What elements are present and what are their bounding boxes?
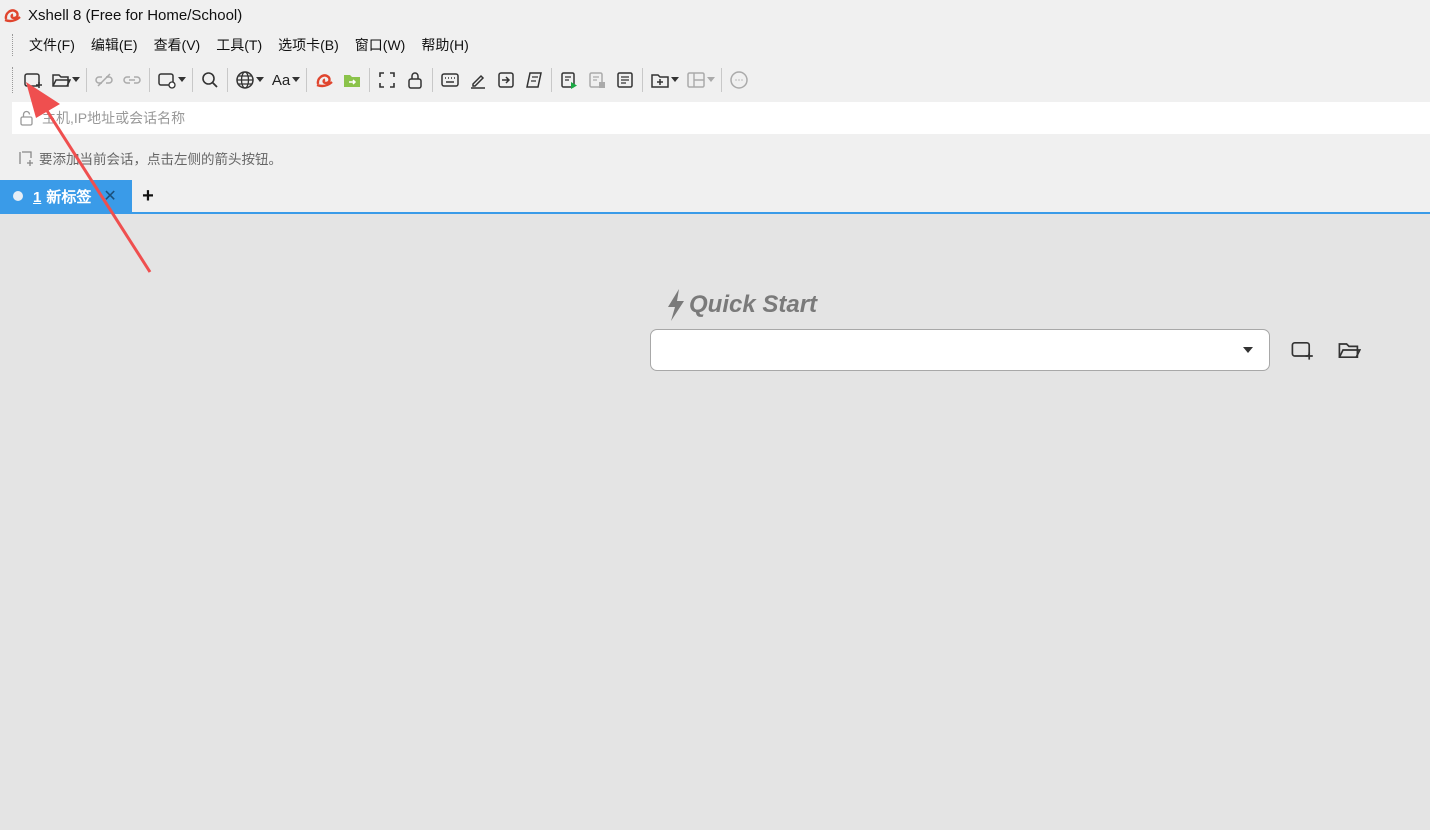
links-bar-hint: 要添加当前会话，点击左侧的箭头按钮。 [39,152,282,167]
toolbar-separator [192,68,193,92]
layout-dropdown[interactable] [706,66,716,94]
xshell-logo-icon [4,9,21,23]
window-title: Xshell 8 (Free for Home/School) [28,6,243,24]
open-folder-icon [1338,343,1361,359]
font-icon: Aa [271,71,291,89]
xmanager-icon [316,74,333,88]
new-session-button[interactable] [19,66,47,94]
menu-edit[interactable]: 编辑(E) [83,33,146,57]
quick-start-open-button[interactable] [1336,337,1362,363]
send-icon [498,72,514,88]
lock-button[interactable] [401,66,429,94]
chevron-down-icon [256,77,264,82]
stop-log-icon [589,72,605,88]
menu-bar: 文件(F) 编辑(E) 查看(V) 工具(T) 选项卡(B) 窗口(W) 帮助(… [0,30,1430,60]
menu-window[interactable]: 窗口(W) [347,33,414,57]
encoding-dropdown[interactable] [255,66,265,94]
quick-start-combobox[interactable] [650,329,1270,371]
open-folder-icon [52,74,71,87]
stop-log-button[interactable] [583,66,611,94]
toolbar-separator [86,68,87,92]
title-bar: Xshell 8 (Free for Home/School) [0,0,1430,30]
reconnect-icon [123,76,141,84]
quick-start-title: Quick Start [689,291,818,318]
lock-icon [408,72,422,89]
add-tab-button[interactable]: + [138,184,158,208]
address-bar [12,102,1430,134]
send-button[interactable] [492,66,520,94]
new-session-icon [24,73,42,88]
chat-button[interactable] [725,66,753,94]
close-icon[interactable]: ✕ [103,186,116,206]
quick-start-new-session-button[interactable] [1289,337,1315,363]
font-dropdown[interactable] [291,66,301,94]
toolbar-separator [551,68,552,92]
disconnect-icon [95,73,113,87]
keyboard-icon [441,73,459,87]
toolbar-separator [432,68,433,92]
new-session-icon [1291,341,1313,360]
keyboard-button[interactable] [436,66,464,94]
links-bar: 要添加当前会话，点击左侧的箭头按钮。 [12,144,1430,172]
toolbar-separator [642,68,643,92]
open-dropdown[interactable] [71,66,81,94]
chevron-down-icon [671,77,679,82]
toolbar-separator [306,68,307,92]
menubar-grip[interactable] [12,34,15,56]
toolbar-separator [369,68,370,92]
transfer-icon [617,72,633,88]
xftp-button[interactable] [338,66,366,94]
globe-icon [236,71,254,89]
toolbar-grip[interactable] [12,67,15,93]
new-tab-dropdown[interactable] [670,66,680,94]
chevron-down-icon [292,77,300,82]
start-log-button[interactable] [555,66,583,94]
toolbar-separator [227,68,228,92]
reconnect-button[interactable] [118,66,146,94]
script-button[interactable] [520,66,548,94]
add-tab-icon [651,74,669,88]
fullscreen-button[interactable] [373,66,401,94]
chat-icon [730,71,748,89]
host-address-input[interactable] [40,109,1344,127]
xftp-icon [344,75,360,87]
layout-icon [687,72,705,88]
find-button[interactable] [196,66,224,94]
menu-help[interactable]: 帮助(H) [413,33,476,57]
menu-tab[interactable]: 选项卡(B) [270,33,347,57]
unlock-icon[interactable] [18,109,36,127]
tab-label: 1 新标签 [33,186,91,207]
chevron-down-icon [72,77,80,82]
tab-bar: 1 新标签 ✕ + [0,180,1430,214]
tab-new-tab[interactable]: 1 新标签 ✕ [0,180,132,212]
session-properties-icon [158,73,176,89]
script-icon [526,72,542,88]
toolbar: Aa [0,60,1430,100]
fullscreen-icon [379,72,395,88]
add-link-icon[interactable] [17,149,35,167]
menu-tools[interactable]: 工具(T) [208,33,270,57]
quick-start-heading: Quick Start [665,288,817,322]
disconnect-button[interactable] [90,66,118,94]
chevron-down-icon[interactable] [1243,347,1253,354]
tab-status-dot [13,191,23,201]
menu-view[interactable]: 查看(V) [146,33,209,57]
lightning-icon [668,289,684,321]
start-log-icon [561,72,577,89]
toolbar-separator [149,68,150,92]
chevron-down-icon [707,77,715,82]
menu-file[interactable]: 文件(F) [21,33,83,57]
search-icon [202,72,218,88]
transfer-button[interactable] [611,66,639,94]
tab-title: 新标签 [46,188,92,206]
toolbar-separator [721,68,722,92]
highlight-icon [471,74,485,89]
tab-number: 1 [33,188,42,206]
properties-dropdown[interactable] [177,66,187,94]
xmanager-button[interactable] [310,66,338,94]
highlight-button[interactable] [464,66,492,94]
chevron-down-icon [178,77,186,82]
